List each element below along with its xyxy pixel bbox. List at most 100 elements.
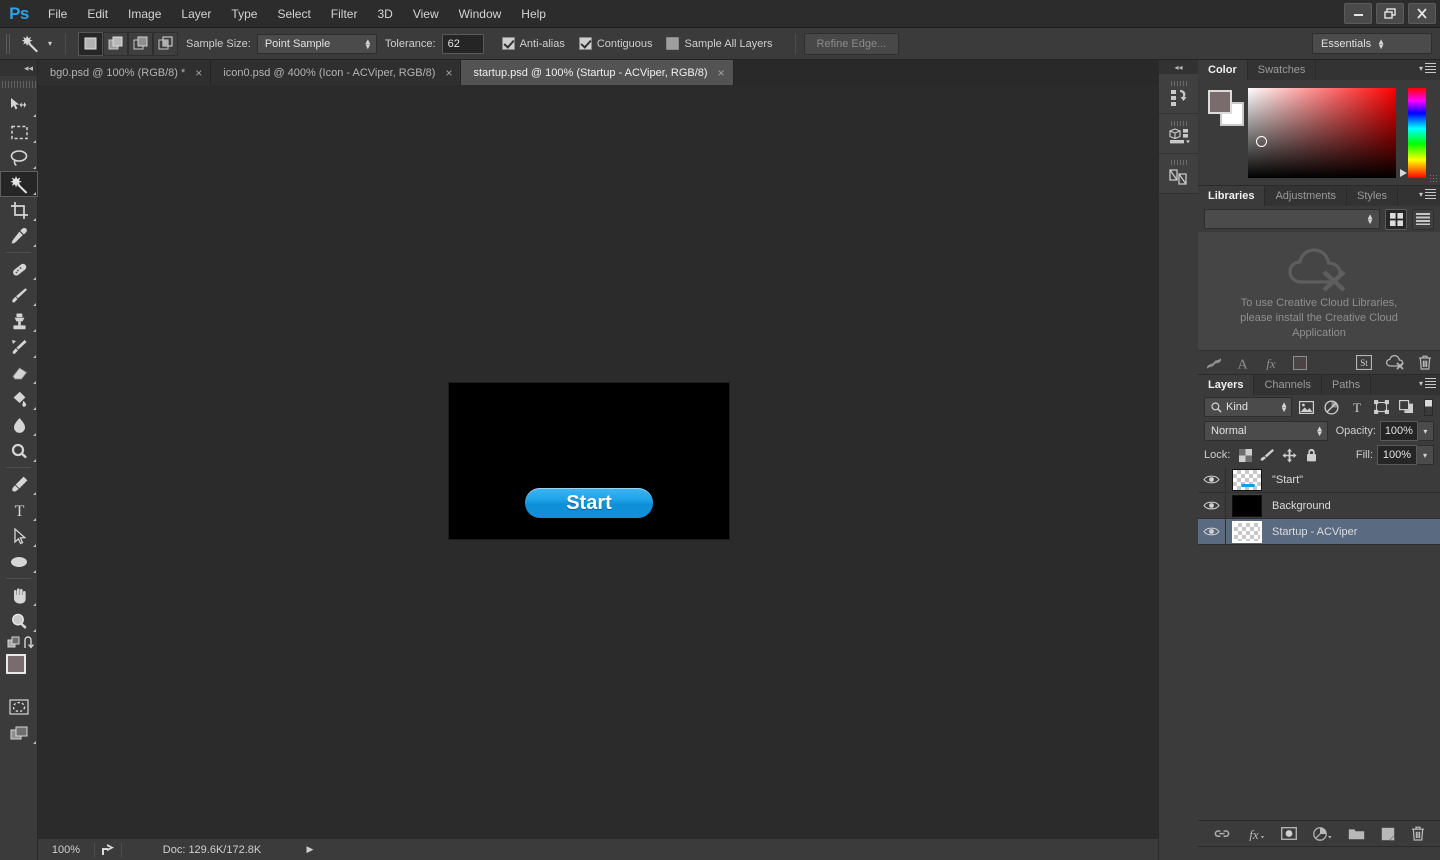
- contiguous-checkbox[interactable]: Contiguous: [578, 37, 652, 50]
- close-tab-icon[interactable]: ×: [718, 67, 725, 79]
- layer-thumbnail[interactable]: [1232, 520, 1262, 543]
- grid-view-button[interactable]: [1385, 208, 1407, 230]
- add-graphic-icon[interactable]: [1206, 356, 1222, 370]
- hue-slider-handle-icon[interactable]: [1400, 169, 1407, 177]
- layer-thumbnail[interactable]: [1232, 494, 1262, 517]
- delete-icon[interactable]: [1418, 355, 1432, 370]
- color-panel-resize-grip[interactable]: [1429, 174, 1438, 183]
- quick-mask-button[interactable]: [0, 694, 38, 720]
- gradient-tool[interactable]: [0, 386, 38, 412]
- menu-3d[interactable]: 3D: [367, 0, 402, 28]
- hue-slider[interactable]: [1400, 88, 1426, 178]
- status-expand-arrow-icon[interactable]: ▶: [302, 844, 318, 855]
- canvas-area[interactable]: Start: [38, 85, 1158, 838]
- subtract-from-selection-button[interactable]: [128, 31, 153, 56]
- zoom-tool[interactable]: [0, 608, 38, 634]
- menu-layer[interactable]: Layer: [171, 0, 221, 28]
- shape-filter-icon[interactable]: [1371, 397, 1392, 417]
- lock-all-icon[interactable]: [1300, 445, 1322, 465]
- eyedropper-tool[interactable]: [0, 223, 38, 249]
- zoom-level[interactable]: 100%: [38, 844, 94, 856]
- color-swatches[interactable]: [0, 652, 38, 690]
- tab-layers[interactable]: Layers: [1198, 375, 1255, 395]
- restore-button[interactable]: [1376, 3, 1404, 24]
- tab-styles[interactable]: Styles: [1347, 186, 1398, 206]
- menu-select[interactable]: Select: [267, 0, 320, 28]
- magic-wand-tool[interactable]: [0, 171, 38, 197]
- layer-row-startup-acviper[interactable]: Startup - ACViper: [1198, 518, 1440, 545]
- dock-collapse-button[interactable]: ◂◂: [1159, 60, 1198, 74]
- lasso-tool[interactable]: [0, 145, 38, 171]
- swap-colors-icon[interactable]: [23, 636, 37, 650]
- tab-color[interactable]: Color: [1198, 60, 1248, 80]
- screen-mode-button[interactable]: [0, 720, 38, 746]
- crop-tool[interactable]: [0, 197, 38, 223]
- tab-channels[interactable]: Channels: [1254, 375, 1322, 395]
- ellipse-shape-tool[interactable]: [0, 549, 38, 575]
- new-layer-icon[interactable]: [1381, 827, 1395, 841]
- delete-layer-icon[interactable]: [1411, 826, 1425, 841]
- history-panel-icon[interactable]: [1159, 74, 1199, 114]
- brush-tool[interactable]: [0, 282, 38, 308]
- add-layer-mask-icon[interactable]: [1280, 827, 1297, 840]
- clone-stamp-tool[interactable]: [0, 308, 38, 334]
- sync-icon[interactable]: [1386, 355, 1404, 370]
- layers-panel-menu-icon[interactable]: ▾: [1419, 378, 1436, 388]
- new-selection-button[interactable]: [78, 31, 103, 56]
- stock-icon[interactable]: St: [1356, 355, 1372, 370]
- spot-healing-brush-tool[interactable]: [0, 256, 38, 282]
- fill-input[interactable]: 100%: [1377, 445, 1417, 465]
- library-select[interactable]: ▲ ▼: [1204, 209, 1380, 229]
- eraser-tool[interactable]: [0, 360, 38, 386]
- layer-visibility-toggle[interactable]: [1198, 466, 1226, 493]
- menu-help[interactable]: Help: [511, 0, 556, 28]
- link-layers-icon[interactable]: [1214, 828, 1230, 839]
- menu-file[interactable]: File: [38, 0, 77, 28]
- new-group-icon[interactable]: [1348, 827, 1365, 840]
- menu-image[interactable]: Image: [118, 0, 171, 28]
- layer-filter-kind-select[interactable]: Kind ▲ ▼: [1204, 397, 1292, 417]
- close-tab-icon[interactable]: ×: [195, 67, 202, 79]
- share-icon[interactable]: [95, 843, 121, 856]
- layer-name[interactable]: Background: [1272, 500, 1331, 512]
- hand-tool[interactable]: [0, 582, 38, 608]
- layer-visibility-toggle[interactable]: [1198, 492, 1226, 519]
- move-tool[interactable]: [0, 93, 38, 119]
- filter-enable-toggle[interactable]: [1424, 398, 1433, 416]
- layers-list-empty-space[interactable]: [1198, 545, 1440, 845]
- blend-mode-select[interactable]: Normal ▲ ▼: [1204, 421, 1328, 441]
- list-view-button[interactable]: [1412, 208, 1434, 230]
- edit-toolbar-icon[interactable]: [7, 636, 23, 650]
- color-field-picker[interactable]: [1248, 88, 1396, 178]
- smart-object-filter-icon[interactable]: [1396, 397, 1417, 417]
- options-bar-grip[interactable]: [6, 33, 12, 54]
- layer-name[interactable]: Startup - ACViper: [1272, 526, 1357, 538]
- document-info[interactable]: Doc: 129.6K/172.8K: [122, 844, 302, 856]
- artboard[interactable]: Start: [449, 383, 729, 539]
- add-to-selection-button[interactable]: [103, 31, 128, 56]
- foreground-color-swatch[interactable]: [6, 654, 26, 674]
- layer-thumbnail[interactable]: [1232, 468, 1262, 491]
- dodge-tool[interactable]: [0, 438, 38, 464]
- layer-comps-panel-icon[interactable]: [1159, 154, 1199, 194]
- adjustment-filter-icon[interactable]: [1321, 397, 1342, 417]
- toolbar-grip[interactable]: [0, 78, 37, 90]
- pixel-filter-icon[interactable]: [1296, 397, 1317, 417]
- layer-name[interactable]: "Start": [1272, 474, 1303, 486]
- color-panel-foreground-swatch[interactable]: [1208, 90, 1232, 114]
- tab-adjustments[interactable]: Adjustments: [1265, 186, 1347, 206]
- intersect-with-selection-button[interactable]: [153, 31, 178, 56]
- history-brush-tool[interactable]: [0, 334, 38, 360]
- fill-dropdown-icon[interactable]: ▾: [1417, 445, 1434, 465]
- document-tab-icon0[interactable]: icon0.psd @ 400% (Icon - ACViper, RGB/8)…: [211, 60, 462, 85]
- sample-all-layers-checkbox[interactable]: Sample All Layers: [666, 37, 773, 50]
- rectangular-marquee-tool[interactable]: [0, 119, 38, 145]
- workspace-select[interactable]: Essentials ▲ ▼: [1312, 33, 1432, 54]
- color-panel-swatches[interactable]: [1206, 90, 1246, 130]
- tab-swatches[interactable]: Swatches: [1247, 60, 1317, 80]
- anti-alias-checkbox[interactable]: Anti-alias: [501, 37, 565, 50]
- close-button[interactable]: [1408, 3, 1436, 24]
- menu-filter[interactable]: Filter: [321, 0, 368, 28]
- lock-image-pixels-icon[interactable]: [1256, 445, 1278, 465]
- magic-wand-icon[interactable]: [17, 32, 43, 56]
